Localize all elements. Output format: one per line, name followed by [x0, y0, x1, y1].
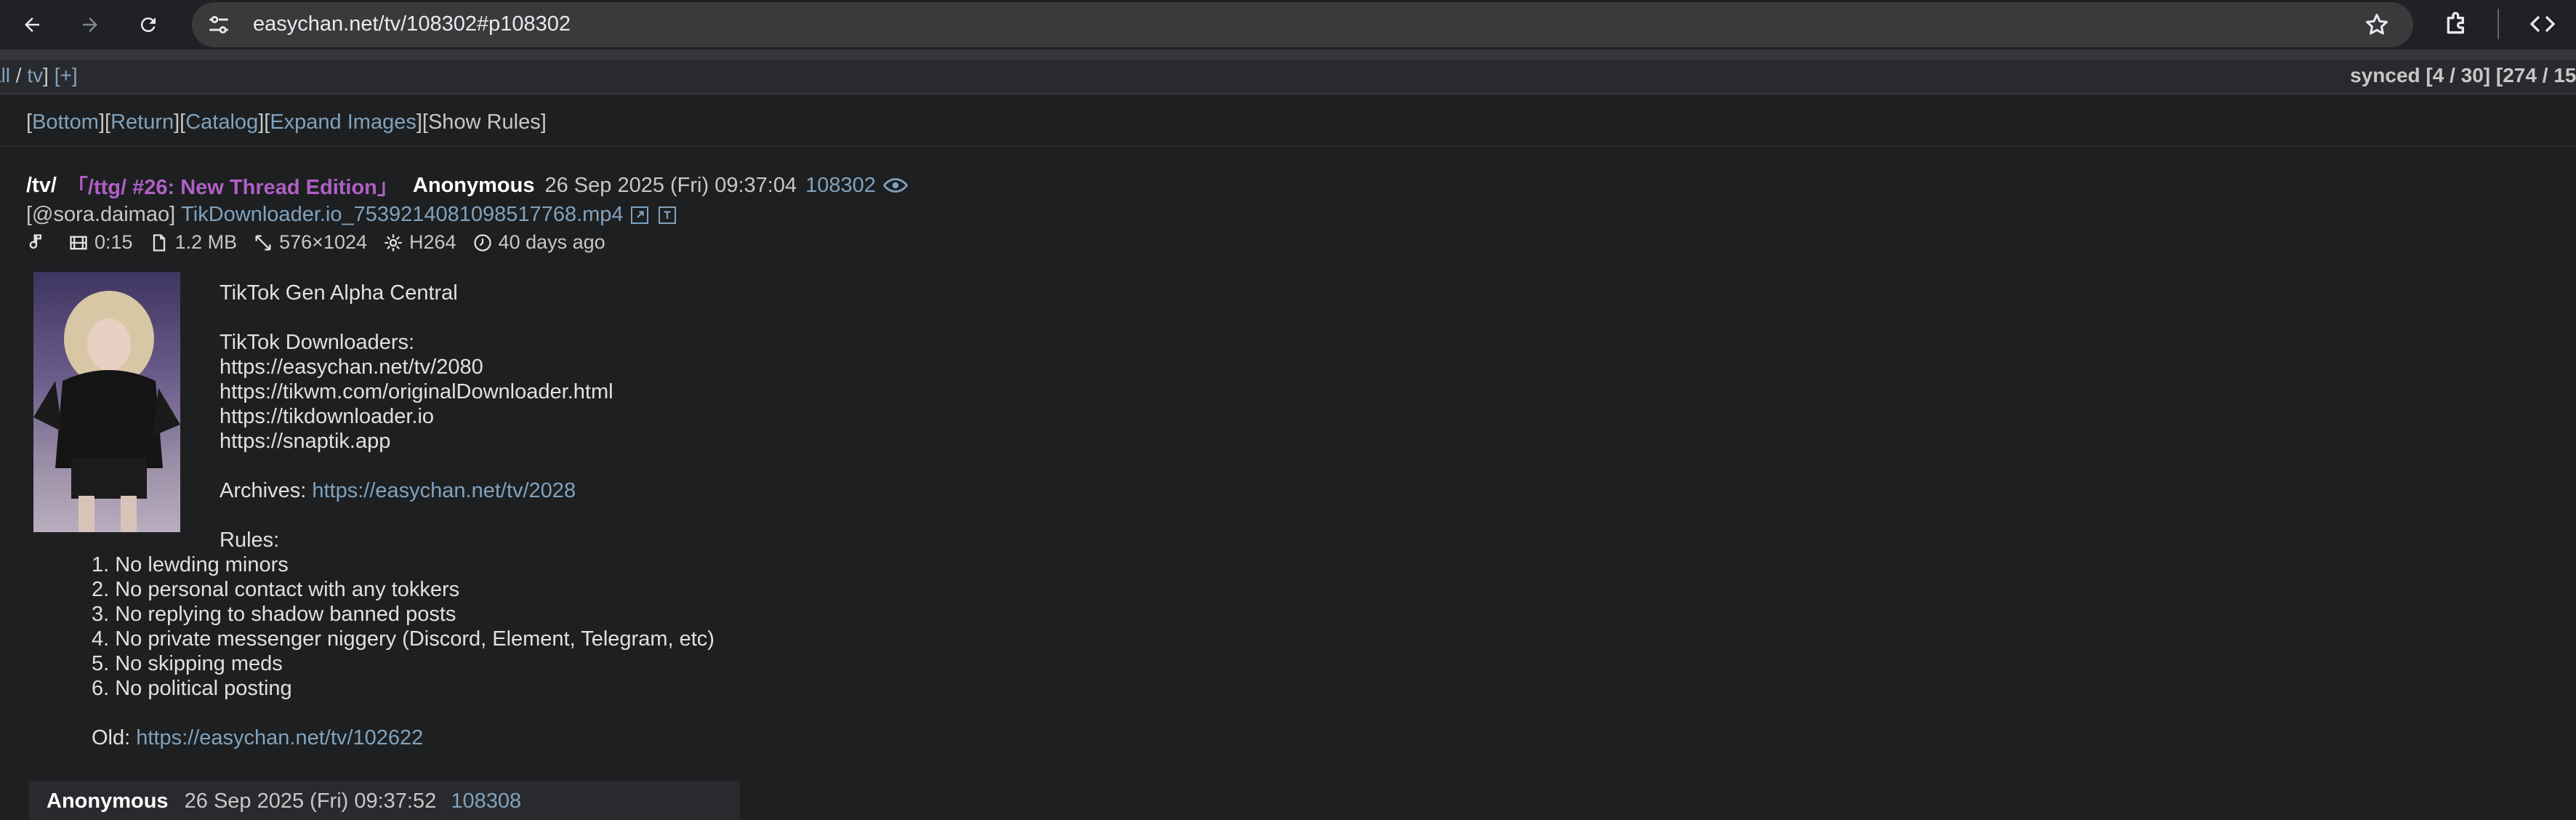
arrow-left-icon[interactable]: [15, 7, 49, 42]
reply-header: Anonymous 26 Sep 2025 (Fri) 09:37:52 108…: [47, 789, 521, 813]
old-label: Old:: [92, 726, 131, 749]
resolution: 576×1024: [253, 231, 367, 254]
duration-value: 0:15: [94, 231, 133, 253]
file-age-value: 40 days ago: [498, 231, 605, 253]
board-name[interactable]: /tv/: [26, 174, 57, 198]
post-date: 26 Sep 2025 (Fri) 09:37:04: [544, 173, 797, 197]
resolution-value: 576×1024: [279, 231, 367, 253]
archives-label: Archives:: [220, 479, 307, 502]
open-external-icon[interactable]: [630, 206, 648, 224]
downloader-link-1[interactable]: https://easychan.net/tv/2080: [220, 355, 483, 379]
address-bar[interactable]: easychan.net/tv/108302#p108302: [192, 2, 2413, 47]
file-name-link[interactable]: TikDownloader.io_7539214081098517768.mp4: [181, 203, 623, 227]
archives-link[interactable]: https://easychan.net/tv/2028: [312, 479, 576, 502]
thread-nav: [Bottom][Return][Catalog][Expand Images]…: [26, 110, 547, 134]
reply-number-link[interactable]: 108308: [451, 789, 521, 813]
video-thumbnail[interactable]: [33, 272, 180, 532]
board-list-close: ]: [43, 64, 49, 87]
post-title-line: TikTok Gen Alpha Central: [220, 281, 458, 305]
synced-count: synced [4 / 30]: [2350, 64, 2491, 87]
rule-item: 5. No skipping meds: [92, 652, 283, 675]
music-note-icon: [26, 233, 52, 253]
nav-show-rules-link[interactable]: Show Rules: [428, 110, 541, 134]
browser-toolbar: easychan.net/tv/108302#p108302: [0, 0, 2576, 49]
resize-icon: [255, 235, 271, 250]
board-separator: /: [10, 64, 28, 87]
board-list-expand[interactable]: [+]: [55, 64, 78, 87]
post-number-link[interactable]: 108302: [805, 174, 876, 198]
downloaders-label: TikTok Downloaders:: [220, 331, 415, 354]
text-search-icon[interactable]: [658, 206, 676, 224]
op-header: /tv/ 「/ttg/ #26: New Thread Edition」 Ano…: [26, 170, 908, 201]
divider: [0, 145, 2576, 147]
rules-label: Rules:: [220, 528, 280, 552]
reload-icon[interactable]: [131, 7, 166, 42]
board-link-tv[interactable]: tv: [27, 64, 43, 87]
downloader-link-4[interactable]: https://snaptik.app: [220, 429, 390, 454]
board-link-all[interactable]: all: [0, 64, 10, 87]
old-thread-line: Old: https://easychan.net/tv/102622: [92, 725, 423, 750]
rule-item: 4. No private messenger niggery (Discord…: [92, 627, 715, 651]
nav-catalog-link[interactable]: Catalog: [185, 110, 258, 134]
rule-item: 1. No lewding minors: [92, 553, 289, 576]
file-icon: [153, 233, 165, 252]
thread-subject: 「/ttg/ #26: New Thread Edition」: [66, 176, 398, 199]
puzzle-icon[interactable]: [2442, 9, 2471, 39]
codec: H264: [383, 231, 456, 254]
duration: 0:15: [68, 231, 133, 254]
code-icon[interactable]: [2527, 9, 2559, 39]
eye-icon[interactable]: [882, 177, 908, 194]
reply-date: 26 Sep 2025 (Fri) 09:37:52: [184, 789, 437, 813]
rule-item: 3. No replying to shadow banned posts: [92, 603, 456, 626]
reply-poster-name: Anonymous: [47, 789, 169, 813]
file-size: 1.2 MB: [149, 231, 238, 254]
rule-item: 2. No personal contact with any tokkers: [92, 578, 460, 601]
board-topbar: all / tv] [+] synced [4 / 30] [274 / 159: [0, 60, 2576, 95]
film-icon: [70, 236, 87, 249]
post-counts: [274 / 159: [2495, 64, 2576, 87]
downloader-link-3[interactable]: https://tikdownloader.io: [220, 404, 434, 429]
nav-expand-images-link[interactable]: Expand Images: [270, 110, 416, 134]
archives-line: Archives: https://easychan.net/tv/2028: [220, 478, 576, 503]
nav-bottom-link[interactable]: Bottom: [32, 110, 99, 134]
file-metadata: 0:15 1.2 MB 576×1024 H264 40 days ago: [26, 231, 621, 254]
codec-value: H264: [409, 231, 456, 253]
gear-icon: [385, 233, 402, 252]
file-age: 40 days ago: [472, 231, 605, 254]
old-thread-link[interactable]: https://easychan.net/tv/102622: [136, 726, 423, 749]
arrow-right-icon[interactable]: [73, 7, 108, 42]
clock-icon: [473, 233, 491, 252]
tune-icon[interactable]: [206, 12, 231, 37]
toolbar-divider: [0, 49, 2576, 60]
rule-item: 6. No political posting: [92, 677, 292, 700]
file-info: [@sora.daimao] TikDownloader.io_75392140…: [26, 203, 676, 227]
nav-return-link[interactable]: Return: [110, 110, 174, 134]
sync-status: synced [4 / 30] [274 / 159: [2350, 64, 2576, 87]
file-source: [@sora.daimao]: [26, 203, 176, 226]
board-list: all / tv] [+]: [0, 64, 78, 87]
star-icon[interactable]: [2364, 12, 2390, 38]
url-text[interactable]: easychan.net/tv/108302#p108302: [253, 12, 571, 36]
downloader-link-2[interactable]: https://tikwm.com/originalDownloader.htm…: [220, 379, 613, 404]
toolbar-separator: [2497, 9, 2499, 39]
file-size-value: 1.2 MB: [174, 231, 238, 253]
poster-name: Anonymous: [412, 173, 535, 197]
